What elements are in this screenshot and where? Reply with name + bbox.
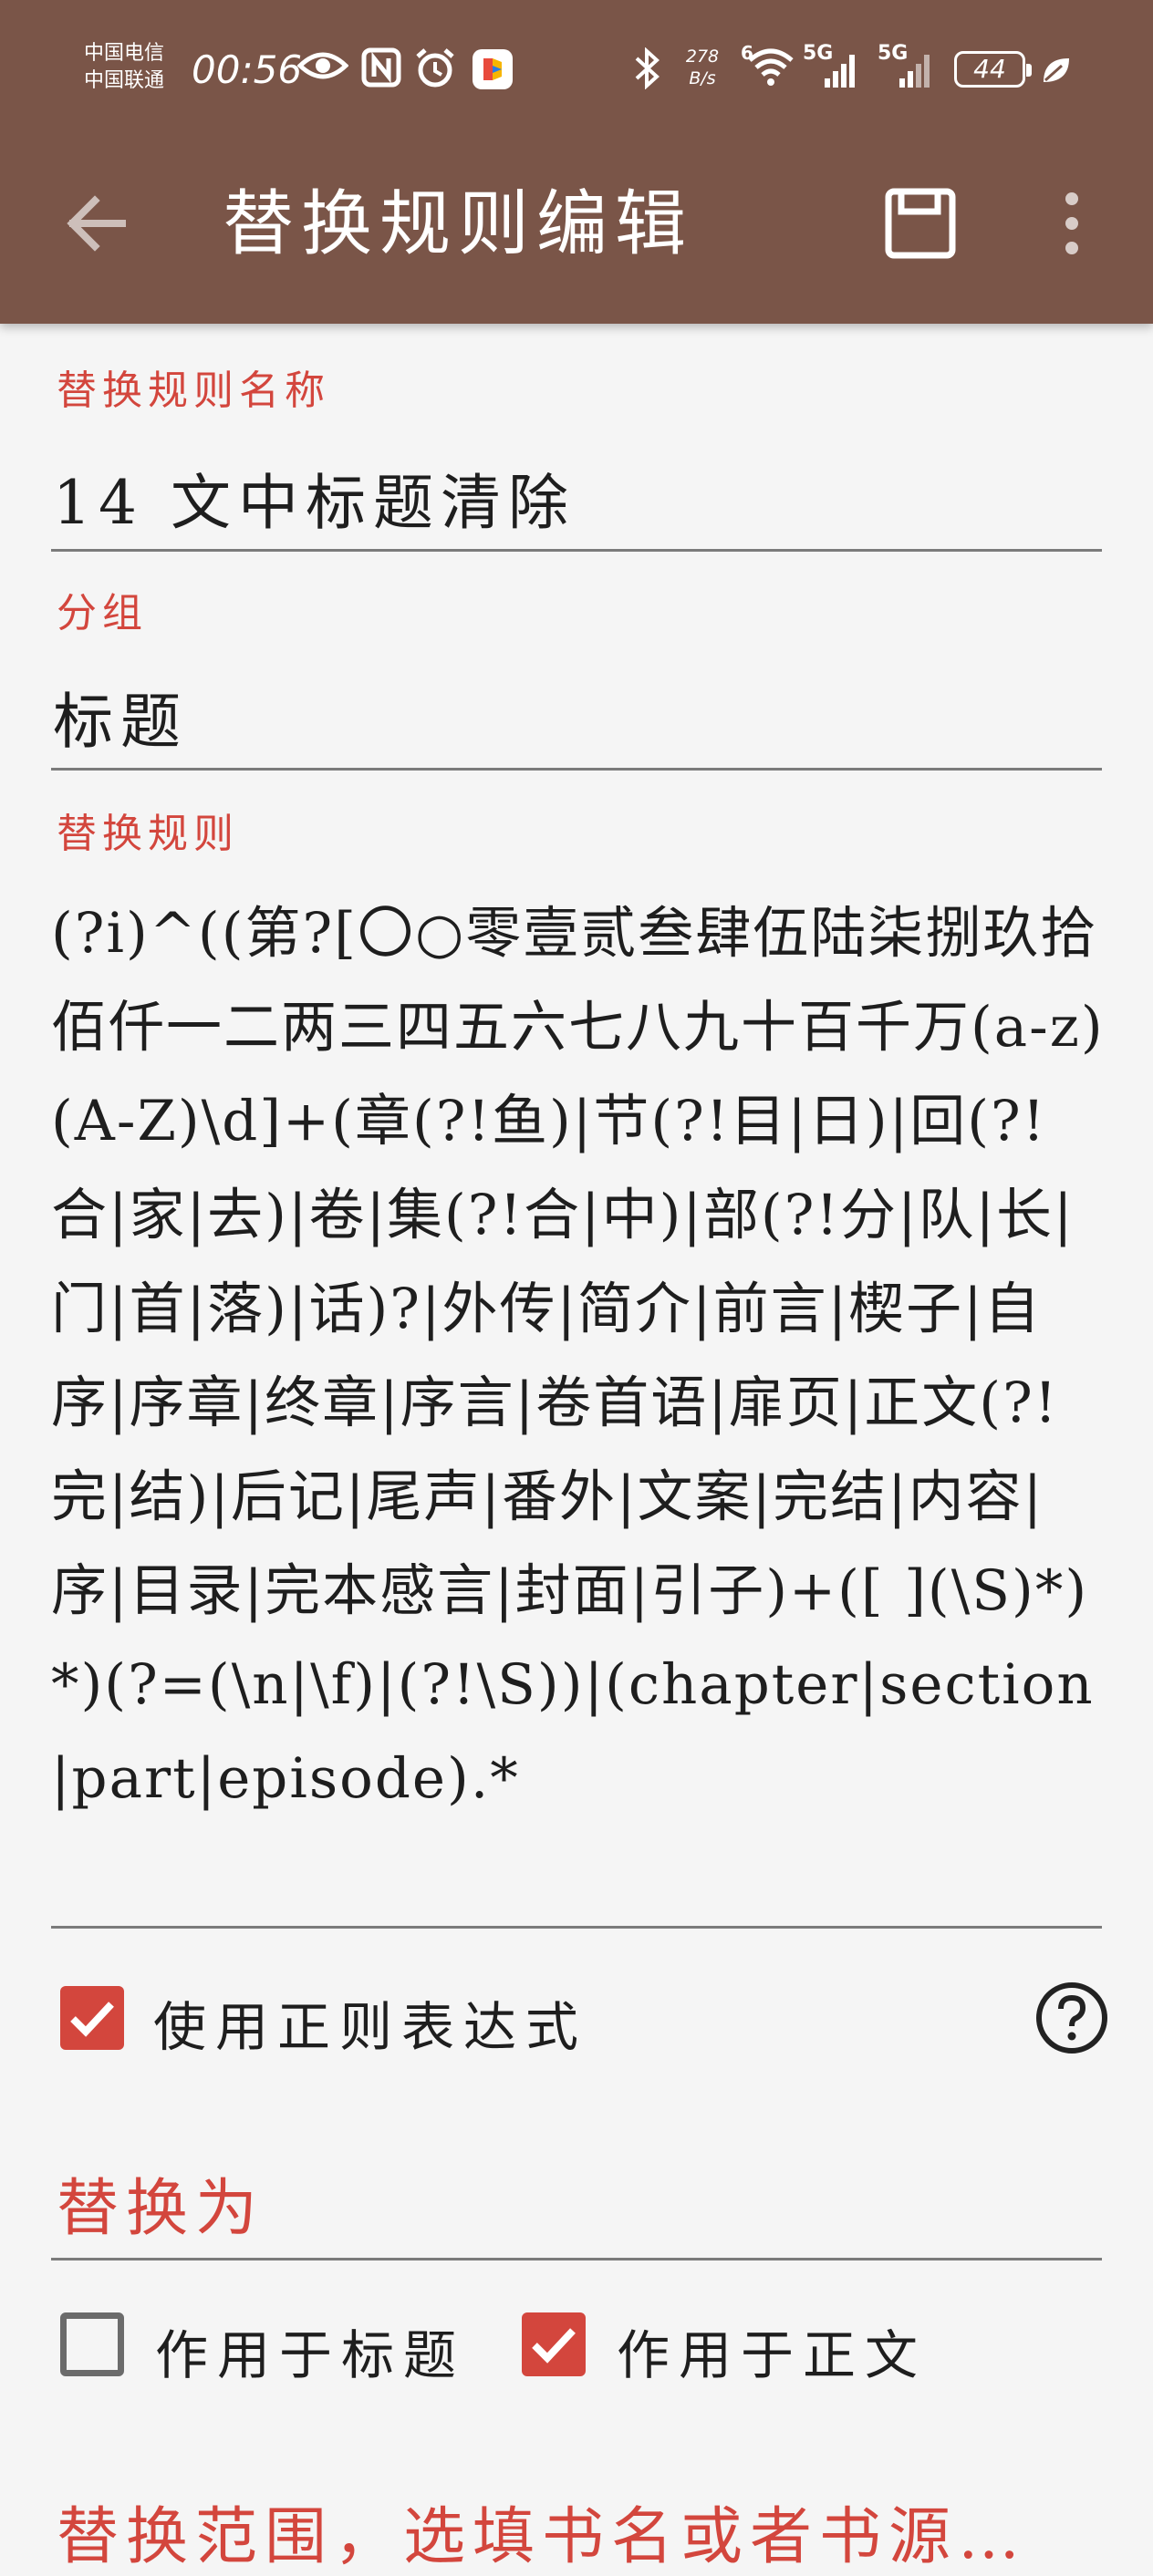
bluetooth-icon xyxy=(635,47,660,89)
alarm-icon xyxy=(416,48,454,88)
checkmark-icon xyxy=(532,2328,576,2364)
signal-bars-icon xyxy=(825,55,855,88)
more-options-button[interactable] xyxy=(1049,182,1095,264)
back-button[interactable] xyxy=(57,182,139,264)
carrier-info: 中国电信 中国联通 xyxy=(84,40,193,95)
page-title: 替换规则编辑 xyxy=(223,183,694,265)
use-regex-checkbox[interactable] xyxy=(60,1986,124,2050)
scope-input[interactable]: 替换范围，选填书名或者书源… xyxy=(57,2486,1027,2576)
apply-content-checkbox[interactable] xyxy=(522,2312,586,2376)
use-regex-label[interactable]: 使用正则表达式 xyxy=(153,1984,587,2061)
rule-name-input[interactable]: 14 文中标题清除 xyxy=(53,454,1102,542)
wifi-indicator: 6 xyxy=(741,42,795,91)
battery-indicator: 44 xyxy=(954,51,1032,88)
network-speed-unit: B/s xyxy=(689,68,716,88)
rule-name-underline xyxy=(51,549,1102,552)
app-notification-icon xyxy=(473,49,513,89)
clock: 00:56 xyxy=(192,47,303,92)
replace-rule-input[interactable]: (?i)^((第?[〇○零壹贰叁肆伍陆柒捌玖拾佰仟一二两三四五六七八九十百千万(… xyxy=(51,886,1109,1826)
network-speed: 278 B/s xyxy=(680,46,724,89)
help-icon[interactable] xyxy=(1034,1981,1109,2055)
checkmark-icon xyxy=(70,2002,114,2037)
leaf-icon xyxy=(1044,58,1069,82)
replace-rule-underline xyxy=(51,1926,1102,1929)
carrier-2: 中国联通 xyxy=(84,69,165,92)
replace-with-underline xyxy=(51,2258,1102,2260)
eye-comfort-icon xyxy=(297,52,348,79)
apply-title-checkbox[interactable] xyxy=(60,2312,124,2376)
nfc-icon xyxy=(361,47,401,88)
group-input[interactable]: 标题 xyxy=(53,673,1102,760)
network-speed-value: 278 xyxy=(685,47,720,67)
app-bar: 中国电信 中国联通 00:56 278 B/s 6 5G 5G 44 替换规则编… xyxy=(0,0,1153,324)
rule-name-label: 替换规则名称 xyxy=(57,367,330,414)
signal-bars-icon xyxy=(899,55,930,88)
apply-content-label[interactable]: 作用于正文 xyxy=(617,2312,927,2389)
apply-title-label[interactable]: 作用于标题 xyxy=(155,2312,465,2389)
group-label: 分组 xyxy=(57,590,148,636)
replace-with-input[interactable]: 替换为 xyxy=(57,2157,265,2248)
replace-rule-label: 替换规则 xyxy=(57,811,239,857)
signal-2: 5G xyxy=(878,42,938,91)
group-underline xyxy=(51,768,1102,771)
signal-1: 5G xyxy=(803,42,861,91)
status-bar: 中国电信 中国联通 00:56 278 B/s 6 5G 5G 44 xyxy=(0,0,1153,146)
carrier-1: 中国电信 xyxy=(84,42,165,65)
wifi-icon xyxy=(748,48,794,86)
save-button[interactable] xyxy=(879,182,961,264)
